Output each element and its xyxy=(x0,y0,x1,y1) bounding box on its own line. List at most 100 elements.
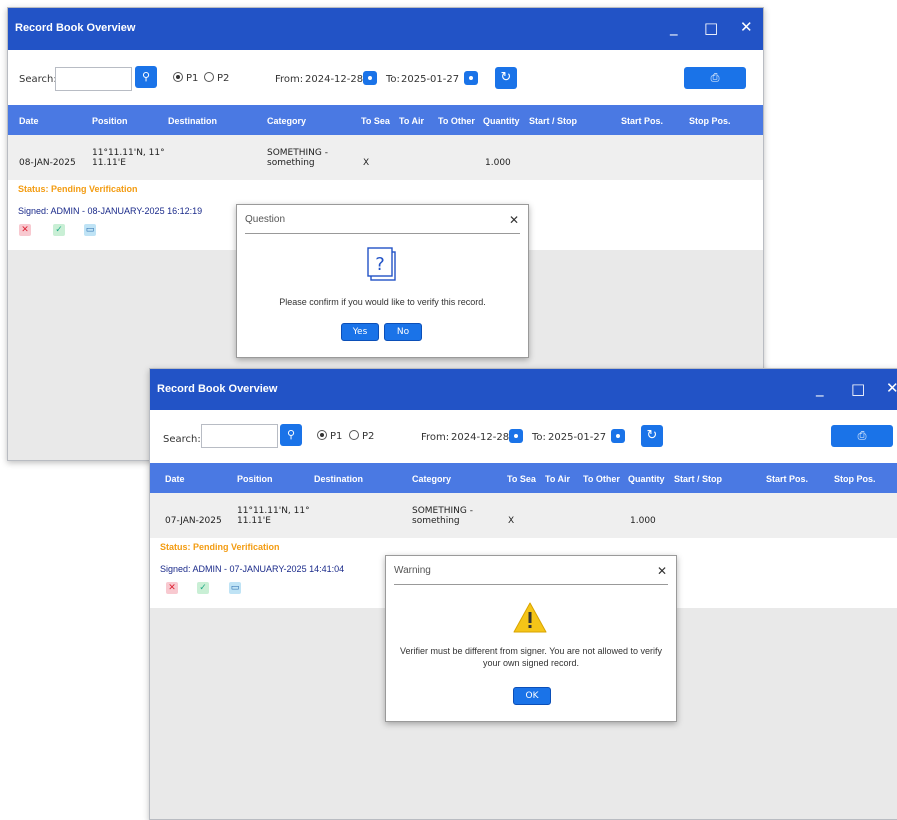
table-row[interactable]: 08-JAN-2025 11°11.11'N, 11° 11.11'E SOME… xyxy=(8,135,763,180)
column-stop-pos[interactable]: Stop Pos. xyxy=(834,474,876,484)
row-to-sea: X xyxy=(508,516,515,526)
dialog-message-line1: Verifier must be different from signer. … xyxy=(400,646,662,656)
print-icon: ⎙ xyxy=(857,429,867,442)
to-date-picker-button[interactable] xyxy=(611,429,625,443)
refresh-button[interactable]: ↻ xyxy=(495,67,517,89)
column-date[interactable]: Date xyxy=(19,116,39,126)
row-position-line1: 11°11.11'N, 11° xyxy=(92,148,165,158)
dialog-divider xyxy=(394,584,668,585)
window-title: Record Book Overview xyxy=(157,383,278,395)
from-date-picker-button[interactable] xyxy=(363,71,377,85)
search-icon: ⚲ xyxy=(141,70,151,83)
dialog-close-icon[interactable]: ✕ xyxy=(657,564,667,578)
reject-icon[interactable]: ✕ xyxy=(166,582,178,594)
search-button[interactable]: ⚲ xyxy=(280,424,302,446)
to-label: To: xyxy=(532,432,546,443)
search-button[interactable]: ⚲ xyxy=(135,66,157,88)
column-position[interactable]: Position xyxy=(237,474,273,484)
reject-icon[interactable]: ✕ xyxy=(19,224,31,236)
comment-icon[interactable]: ▭ xyxy=(229,582,241,594)
column-category[interactable]: Category xyxy=(267,116,306,126)
search-input[interactable] xyxy=(55,67,132,91)
maximize-icon[interactable]: □ xyxy=(704,19,718,37)
row-to-sea: X xyxy=(363,158,370,168)
window-title: Record Book Overview xyxy=(15,22,136,34)
no-button[interactable]: No xyxy=(384,323,422,341)
column-position[interactable]: Position xyxy=(92,116,128,126)
row-date: 07-JAN-2025 xyxy=(165,516,222,526)
dialog-message: Please confirm if you would like to veri… xyxy=(279,297,486,307)
from-label: From: xyxy=(421,432,450,443)
column-to-air[interactable]: To Air xyxy=(399,116,424,126)
verify-icon[interactable]: ✓ xyxy=(197,582,209,594)
signed-text: Signed: ADMIN - 07-JANUARY-2025 14:41:04 xyxy=(160,564,345,574)
table-header: Date Position Destination Category To Se… xyxy=(8,105,763,135)
radio-p2[interactable]: P2 xyxy=(349,430,374,442)
to-date-value[interactable]: 2025-01-27 xyxy=(548,432,606,443)
minimize-icon[interactable]: _ xyxy=(816,379,824,397)
title-bar: Record Book Overview _ □ ✕ xyxy=(150,369,897,410)
toolbar: Search: ⚲ P1 P2 From: 2024-12-28 To: 202… xyxy=(8,50,763,105)
close-icon[interactable]: ✕ xyxy=(886,379,897,397)
table-row[interactable]: 07-JAN-2025 11°11.11'N, 11° 11.11'E SOME… xyxy=(150,493,897,538)
close-icon[interactable]: ✕ xyxy=(740,18,753,36)
print-button[interactable]: ⎙ xyxy=(684,67,746,89)
to-date-picker-button[interactable] xyxy=(464,71,478,85)
yes-button[interactable]: Yes xyxy=(341,323,379,341)
toolbar: Search: ⚲ P1 P2 From: 2024-12-28 To: 202… xyxy=(150,410,897,465)
refresh-button[interactable]: ↻ xyxy=(641,425,663,447)
row-date: 08-JAN-2025 xyxy=(19,158,76,168)
column-stop-pos[interactable]: Stop Pos. xyxy=(689,116,731,126)
comment-icon[interactable]: ▭ xyxy=(84,224,96,236)
radio-p2[interactable]: P2 xyxy=(204,72,229,84)
minimize-icon[interactable]: _ xyxy=(670,18,678,36)
to-label: To: xyxy=(386,74,400,85)
table-header: Date Position Destination Category To Se… xyxy=(150,463,897,493)
print-icon: ⎙ xyxy=(710,71,720,84)
column-start-stop[interactable]: Start / Stop xyxy=(529,116,577,126)
maximize-icon[interactable]: □ xyxy=(851,380,865,398)
column-to-sea[interactable]: To Sea xyxy=(507,474,536,484)
column-to-sea[interactable]: To Sea xyxy=(361,116,390,126)
column-category[interactable]: Category xyxy=(412,474,451,484)
print-button[interactable]: ⎙ xyxy=(831,425,893,447)
column-to-air[interactable]: To Air xyxy=(545,474,570,484)
row-position-line2: 11.11'E xyxy=(92,158,126,168)
column-quantity[interactable]: Quantity xyxy=(483,116,520,126)
column-to-other[interactable]: To Other xyxy=(583,474,620,484)
row-category-line2: something xyxy=(267,158,315,168)
column-start-stop[interactable]: Start / Stop xyxy=(674,474,722,484)
column-destination[interactable]: Destination xyxy=(314,474,363,484)
dialog-message-line2: your own signed record. xyxy=(482,658,580,668)
row-category-line2: something xyxy=(412,516,460,526)
column-quantity[interactable]: Quantity xyxy=(628,474,665,484)
question-dialog: Question ✕ ? Please confirm if you would… xyxy=(236,204,529,358)
dialog-title: Question xyxy=(245,214,286,225)
column-to-other[interactable]: To Other xyxy=(438,116,475,126)
column-start-pos[interactable]: Start Pos. xyxy=(766,474,808,484)
svg-text:?: ? xyxy=(375,254,385,275)
search-input[interactable] xyxy=(201,424,278,448)
to-date-value[interactable]: 2025-01-27 xyxy=(401,74,459,85)
search-label: Search: xyxy=(163,434,201,445)
question-document-icon: ? xyxy=(367,247,396,281)
from-label: From: xyxy=(275,74,304,85)
from-date-value[interactable]: 2024-12-28 xyxy=(305,74,363,85)
column-date[interactable]: Date xyxy=(165,474,185,484)
column-start-pos[interactable]: Start Pos. xyxy=(621,116,663,126)
refresh-icon: ↻ xyxy=(500,70,512,85)
from-date-picker-button[interactable] xyxy=(509,429,523,443)
row-position-line2: 11.11'E xyxy=(237,516,271,526)
dialog-title: Warning xyxy=(394,565,431,576)
warning-dialog: Warning ✕ Verifier must be different fro… xyxy=(385,555,677,722)
warning-triangle-icon xyxy=(513,602,547,633)
from-date-value[interactable]: 2024-12-28 xyxy=(451,432,509,443)
refresh-icon: ↻ xyxy=(646,428,658,443)
column-destination[interactable]: Destination xyxy=(168,116,217,126)
row-quantity: 1.000 xyxy=(485,158,511,168)
radio-p1[interactable]: P1 xyxy=(173,72,198,84)
dialog-close-icon[interactable]: ✕ xyxy=(509,213,519,227)
radio-p1[interactable]: P1 xyxy=(317,430,342,442)
verify-icon[interactable]: ✓ xyxy=(53,224,65,236)
ok-button[interactable]: OK xyxy=(513,687,551,705)
